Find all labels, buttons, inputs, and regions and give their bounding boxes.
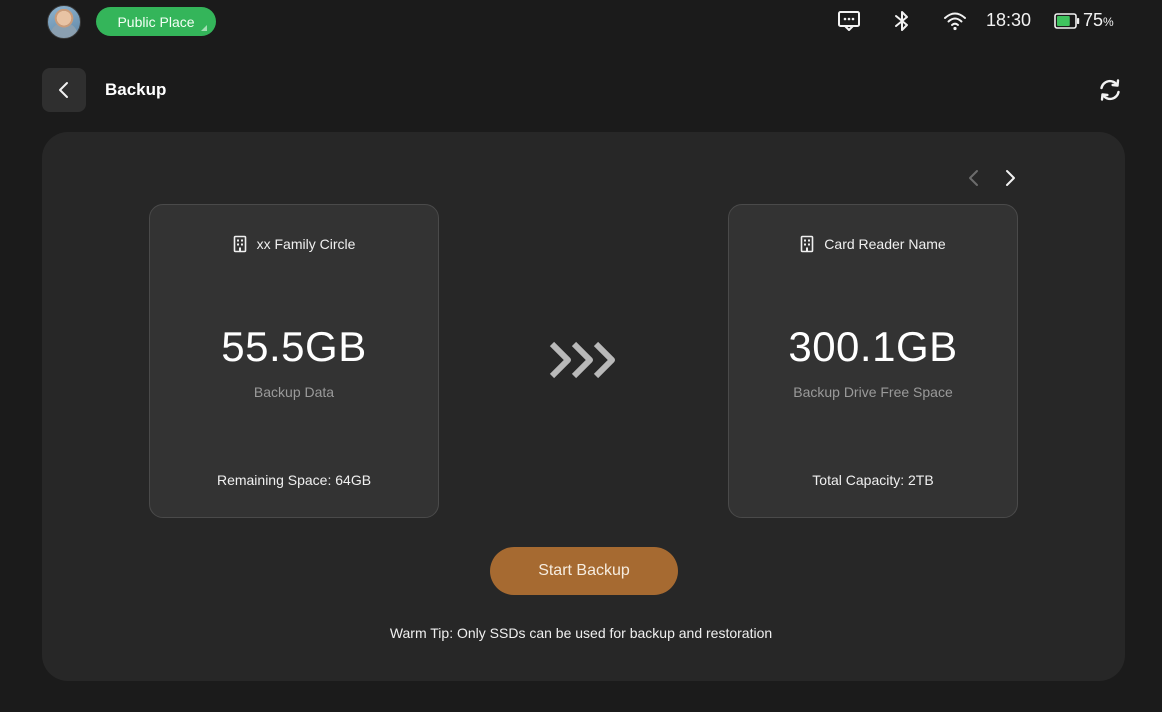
source-card-header: xx Family Circle	[150, 235, 438, 253]
warm-tip: Warm Tip: Only SSDs can be used for back…	[389, 625, 773, 641]
refresh-icon[interactable]	[1097, 77, 1123, 103]
battery-icon	[1054, 13, 1080, 29]
target-card-header: Card Reader Name	[729, 235, 1017, 253]
source-name: xx Family Circle	[256, 236, 356, 252]
place-mode-pill[interactable]: Public Place	[96, 7, 216, 36]
battery-value: 75	[1083, 10, 1104, 30]
source-remaining-space: Remaining Space: 64GB	[216, 472, 372, 488]
target-free-caption: Backup Drive Free Space	[793, 384, 953, 400]
target-free-value: 300.1GB	[788, 323, 958, 370]
source-size-value: 55.5GB	[221, 323, 367, 370]
battery-percentage: 75%	[1083, 10, 1114, 31]
building-icon	[233, 235, 246, 253]
source-size-caption: Backup Data	[253, 384, 335, 400]
source-card: xx Family Circle 55.5GB Backup Data Rema…	[149, 204, 439, 518]
pill-corner-icon	[201, 25, 207, 31]
chevron-right-icon[interactable]	[1002, 169, 1018, 187]
card-reader-icon	[800, 235, 814, 253]
battery-unit: %	[1103, 15, 1114, 29]
target-name: Card Reader Name	[824, 236, 946, 252]
clock-time: 18:30	[986, 10, 1032, 30]
start-backup-button[interactable]: Start Backup	[490, 547, 678, 595]
transfer-arrows-icon	[549, 341, 615, 379]
bluetooth-icon[interactable]	[893, 10, 911, 32]
wifi-icon[interactable]	[943, 10, 967, 32]
page-title: Backup	[105, 80, 167, 99]
user-avatar[interactable]	[47, 5, 81, 39]
message-icon[interactable]	[837, 10, 861, 32]
target-card: Card Reader Name 300.1GB Backup Drive Fr…	[728, 204, 1018, 518]
chevron-left-icon	[59, 82, 68, 98]
target-total-capacity: Total Capacity: 2TB	[812, 472, 934, 488]
battery-fill	[1057, 16, 1070, 26]
backup-screen: Public Place 18:30 75% Backup xx Family …	[0, 0, 1162, 712]
place-mode-label: Public Place	[117, 13, 195, 30]
chevron-left-icon[interactable]	[966, 169, 982, 187]
back-button[interactable]	[42, 68, 86, 112]
